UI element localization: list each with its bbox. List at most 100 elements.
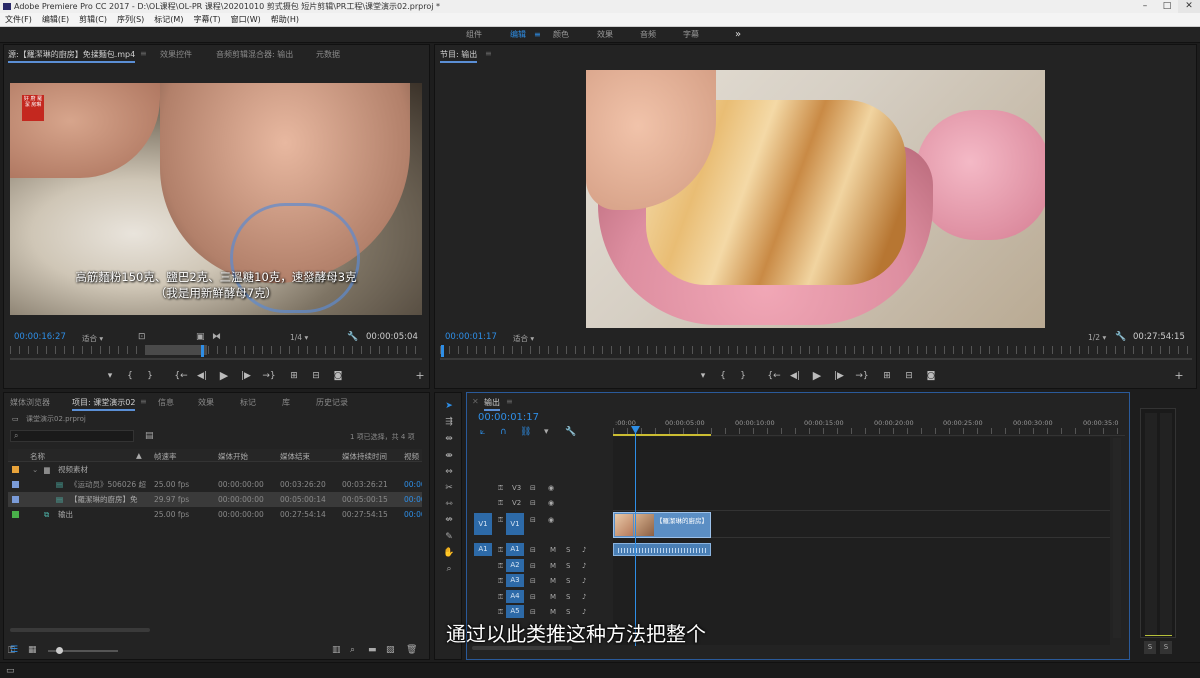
close-button[interactable]: ✕ <box>1178 0 1200 13</box>
project-row-clip[interactable]: ▤ 【羅潔琳的廚房】免 29.97 fps 00:00:00:00 00:05:… <box>8 492 422 507</box>
source-step-forward-button[interactable]: |▶ <box>240 371 252 381</box>
project-menu-icon[interactable]: ≡ <box>140 397 147 406</box>
solo-button[interactable]: S <box>566 543 570 557</box>
mute-button[interactable]: M <box>550 605 556 619</box>
tab-sequence[interactable]: 输出 <box>484 397 500 411</box>
source-add-button[interactable]: + <box>414 370 426 381</box>
program-play-button[interactable]: ▶ <box>811 370 823 381</box>
workspace-titles[interactable]: 字幕 <box>683 27 699 43</box>
tab-project[interactable]: 项目: 课堂演示02 <box>72 397 136 411</box>
timeline-playhead[interactable] <box>635 426 636 646</box>
project-row-clip[interactable]: ▤ 《运动员》506026 超 25.00 fps 00:00:00:00 00… <box>8 477 422 492</box>
tab-program[interactable]: 节目: 输出 <box>440 49 478 63</box>
snap-icon[interactable]: ∩ <box>500 427 507 437</box>
list-view-icon[interactable]: ☰ <box>10 645 18 655</box>
track-lock-icon[interactable]: ⚿ <box>498 513 503 527</box>
source-in-out-range[interactable] <box>145 345 207 355</box>
col-media-duration[interactable]: 媒体持续时间 <box>342 451 387 462</box>
project-row-sequence[interactable]: ⧉ 输出 25.00 fps 00:00:00:00 00:27:54:14 0… <box>8 507 422 522</box>
source-go-to-out-button[interactable]: →} <box>260 371 278 381</box>
maximize-button[interactable]: □ <box>1156 0 1178 13</box>
col-video[interactable]: 视频 <box>404 451 422 462</box>
source-drag-audio-icon[interactable]: ⧓ <box>212 332 221 342</box>
tab-effects[interactable]: 效果 <box>198 397 214 408</box>
ripple-edit-tool-icon[interactable]: ⇹ <box>442 433 456 445</box>
menu-clip[interactable]: 剪辑(C) <box>74 13 112 26</box>
track-target-a2[interactable]: A2 <box>506 559 524 572</box>
timeline-ruler[interactable]: :00:00 00:00:05:00 00:00:10:00 00:00:15:… <box>613 416 1125 436</box>
delete-icon[interactable]: 🗑 <box>406 645 417 655</box>
source-timecode[interactable]: 00:00:16:27 <box>14 332 66 342</box>
menu-title[interactable]: 字幕(T) <box>188 13 225 26</box>
menu-marker[interactable]: 标记(M) <box>149 13 188 26</box>
program-step-forward-button[interactable]: |▶ <box>833 371 845 381</box>
expand-chevron-icon[interactable]: ⌄ <box>32 462 38 477</box>
solo-button[interactable]: S <box>566 559 570 573</box>
col-media-end[interactable]: 媒体结束 <box>280 451 310 462</box>
razor-tool-icon[interactable]: ✂ <box>442 482 456 494</box>
slider-handle[interactable] <box>56 647 63 654</box>
timeline-menu-icon[interactable]: ≡ <box>506 397 513 406</box>
mute-button[interactable]: M <box>550 559 556 573</box>
program-fit-dropdown[interactable]: 适合 ▾ <box>513 333 534 344</box>
source-go-to-in-button[interactable]: {← <box>172 371 190 381</box>
program-export-frame-button[interactable]: ◙ <box>925 371 937 381</box>
audio-clip[interactable] <box>613 543 711 556</box>
pen-tool-icon[interactable]: ✎ <box>442 531 456 543</box>
video-clip[interactable]: 【羅潔琳的廚房】 <box>613 512 711 538</box>
timeline-vertical-scrollbar[interactable] <box>1113 438 1121 638</box>
tab-media-browser[interactable]: 媒体浏览器 <box>10 397 50 408</box>
workspace-editing[interactable]: 编辑 <box>510 27 526 43</box>
sync-lock-icon[interactable]: ⊟ <box>530 481 536 495</box>
menu-edit[interactable]: 编辑(E) <box>37 13 74 26</box>
new-bin-icon[interactable]: ▤ <box>145 431 154 441</box>
source-step-back-button[interactable]: ◀| <box>196 371 208 381</box>
track-lock-icon[interactable]: ⚿ <box>498 481 503 495</box>
voiceover-mic-icon[interactable]: ♪ <box>582 574 586 588</box>
track-lock-icon[interactable]: ⚿ <box>498 543 503 557</box>
track-target-v1[interactable]: V1 <box>506 513 524 535</box>
source-time-ruler[interactable] <box>10 346 422 354</box>
program-go-to-in-button[interactable]: {← <box>765 371 783 381</box>
project-row-bin[interactable]: ⌄ ▆ 视频素材 <box>8 462 422 477</box>
program-timecode[interactable]: 00:00:01:17 <box>445 332 497 342</box>
sync-lock-icon[interactable]: ⊟ <box>530 513 536 527</box>
program-extract-button[interactable]: ⊟ <box>903 371 915 381</box>
sync-lock-icon[interactable]: ⊟ <box>530 605 536 619</box>
timeline-timecode[interactable]: 00:00:01:17 <box>478 412 539 423</box>
track-lock-icon[interactable]: ⚿ <box>498 559 503 573</box>
menu-sequence[interactable]: 序列(S) <box>112 13 149 26</box>
track-lock-icon[interactable]: ⚿ <box>498 590 503 604</box>
meter-solo-right-button[interactable]: S <box>1160 641 1172 654</box>
source-mark-out-button[interactable]: } <box>144 371 156 381</box>
col-frame-rate[interactable]: 帧速率 <box>154 451 177 462</box>
col-name[interactable]: 名称 <box>30 451 45 462</box>
source-patch-a1[interactable]: A1 <box>474 543 492 556</box>
track-eye-icon[interactable]: ◉ <box>548 481 554 495</box>
mute-button[interactable]: M <box>550 574 556 588</box>
mute-button[interactable]: M <box>550 590 556 604</box>
source-zoom-bar[interactable] <box>10 358 422 360</box>
workspace-more-button[interactable]: » <box>735 27 741 43</box>
meter-solo-left-button[interactable]: S <box>1144 641 1156 654</box>
track-target-a4[interactable]: A4 <box>506 590 524 603</box>
source-playhead[interactable] <box>201 345 204 357</box>
program-time-ruler[interactable] <box>440 346 1192 354</box>
track-select-tool-icon[interactable]: ⇶ <box>442 416 456 428</box>
col-media-start[interactable]: 媒体开始 <box>218 451 248 462</box>
tab-effect-controls[interactable]: 效果控件 <box>160 49 192 60</box>
voiceover-mic-icon[interactable]: ♪ <box>582 543 586 557</box>
workspace-color[interactable]: 颜色 <box>553 27 569 43</box>
source-add-marker-button[interactable]: ▾ <box>104 371 116 381</box>
track-target-a3[interactable]: A3 <box>506 574 524 587</box>
program-mark-out-button[interactable]: } <box>737 371 749 381</box>
selection-tool-icon[interactable]: ➤ <box>442 400 456 412</box>
workspace-menu-icon[interactable]: ≡ <box>534 27 541 43</box>
source-menu-icon[interactable]: ≡ <box>140 49 147 58</box>
minimize-button[interactable]: – <box>1134 0 1156 13</box>
zoom-tool-icon[interactable]: ⌕ <box>442 563 456 575</box>
program-mark-in-button[interactable]: { <box>717 371 729 381</box>
track-eye-icon[interactable]: ◉ <box>548 496 554 510</box>
program-resolution-dropdown[interactable]: 1/2 ▾ <box>1088 333 1106 342</box>
project-horizontal-scrollbar[interactable] <box>10 628 150 632</box>
